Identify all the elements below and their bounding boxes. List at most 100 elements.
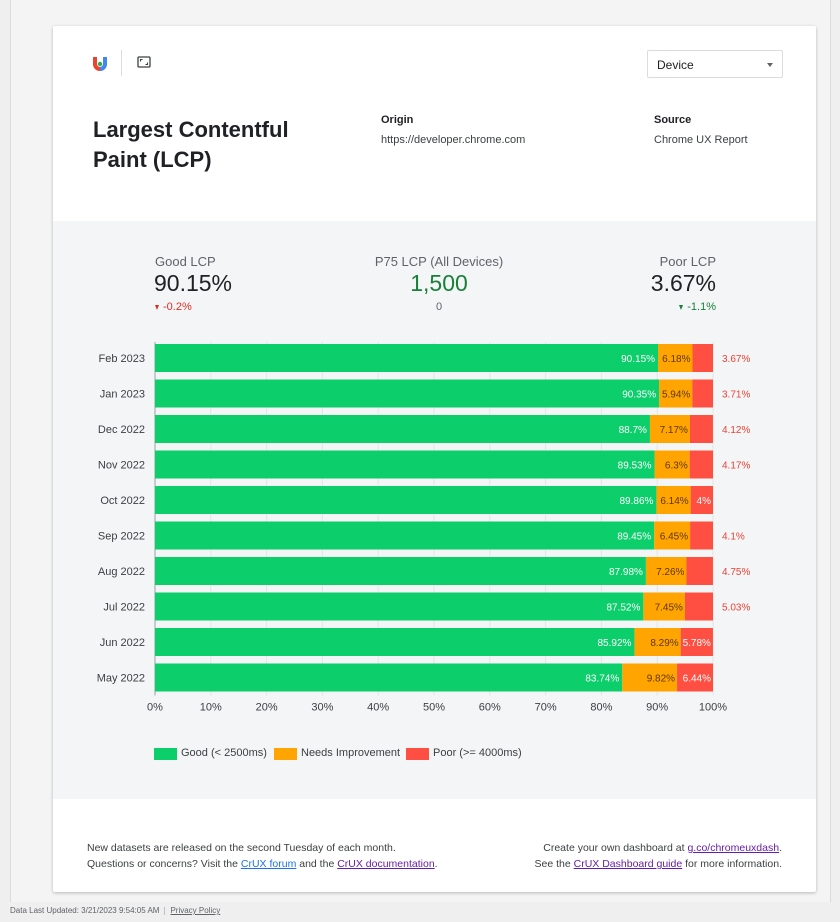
chevron-down-icon xyxy=(767,63,773,67)
data-label-poor: 4.1% xyxy=(722,532,745,543)
category-label: Sep 2022 xyxy=(98,531,145,543)
category-label: Jun 2022 xyxy=(100,637,145,649)
data-label-poor: 6.44% xyxy=(683,674,711,685)
data-label-needs-improvement: 7.45% xyxy=(655,603,683,614)
footer-right: Create your own dashboard at g.co/chrome… xyxy=(535,840,782,872)
footer-create-period: . xyxy=(779,842,782,854)
crux-documentation-link[interactable]: CrUX documentation xyxy=(337,858,434,870)
bar-poor xyxy=(689,415,713,443)
data-label-poor: 4.12% xyxy=(722,425,750,436)
x-tick-label: 70% xyxy=(535,702,557,714)
footer-period: . xyxy=(434,858,438,870)
category-label: Aug 2022 xyxy=(98,566,145,578)
data-label-good: 89.45% xyxy=(617,532,651,543)
category-label: Dec 2022 xyxy=(98,424,145,436)
bar-good xyxy=(155,663,623,692)
page-title-line-2: Paint (LCP) xyxy=(93,147,212,172)
x-tick-label: 60% xyxy=(479,702,501,714)
category-label: Jan 2023 xyxy=(100,389,145,401)
data-label-needs-improvement: 7.17% xyxy=(660,425,688,436)
crux-dashboard-guide-link[interactable]: CrUX Dashboard guide xyxy=(574,858,683,870)
legend-label-poor: Poor (>= 4000ms) xyxy=(433,747,522,759)
data-label-good: 90.15% xyxy=(621,354,655,365)
footer-questions-text: Questions or concerns? Visit the xyxy=(87,858,241,870)
bar-good xyxy=(155,344,659,372)
fullscreen-icon[interactable] xyxy=(137,55,151,69)
bar-poor xyxy=(684,592,713,621)
data-label-poor: 4.75% xyxy=(722,567,750,578)
data-label-good: 83.74% xyxy=(585,674,619,685)
crux-logo-icon xyxy=(93,57,107,71)
footer-more-info-text: for more information. xyxy=(682,858,782,870)
data-label-needs-improvement: 9.82% xyxy=(647,674,675,685)
data-label-needs-improvement: 6.14% xyxy=(660,496,688,507)
page-title-line-1: Largest Contentful xyxy=(93,117,289,142)
data-last-updated: Data Last Updated: 3/21/2023 9:54:05 AM xyxy=(10,906,160,915)
x-tick-label: 10% xyxy=(200,702,222,714)
origin-label: Origin xyxy=(381,114,414,126)
category-label: May 2022 xyxy=(97,673,145,685)
footer-and-text: and the xyxy=(296,858,338,870)
data-label-needs-improvement: 7.26% xyxy=(656,567,684,578)
lcp-distribution-chart: Feb 2023 90.15% 6.18% 3.67% Jan 2023 90.35% 5.… xyxy=(97,342,750,714)
category-label: Nov 2022 xyxy=(98,460,145,472)
device-select[interactable]: Device xyxy=(647,50,783,78)
data-label-needs-improvement: 6.18% xyxy=(662,354,690,365)
legend-label-needs-improvement: Needs Improvement xyxy=(301,747,401,759)
bottom-divider xyxy=(164,906,166,915)
bar-poor xyxy=(692,344,713,372)
data-label-good: 87.52% xyxy=(606,603,640,614)
legend-swatch-poor xyxy=(406,748,429,760)
header-divider xyxy=(121,50,122,76)
bar-poor xyxy=(692,379,713,408)
data-label-needs-improvement: 5.94% xyxy=(662,390,690,401)
data-label-poor: 4% xyxy=(697,496,712,507)
bar-good xyxy=(155,379,660,408)
footer-questions: Questions or concerns? Visit the CrUX fo… xyxy=(87,856,438,872)
data-label-needs-improvement: 6.45% xyxy=(660,532,688,543)
bar-good xyxy=(155,557,646,585)
data-label-poor: 5.78% xyxy=(683,638,711,649)
bar-good xyxy=(155,628,635,656)
data-label-needs-improvement: 6.3% xyxy=(665,461,688,472)
data-label-good: 89.53% xyxy=(618,461,652,472)
bottom-bar: Data Last Updated: 3/21/2023 9:54:05 AM P… xyxy=(10,906,220,915)
chromeuxdash-link[interactable]: g.co/chromeuxdash xyxy=(687,842,779,854)
chart-panel: Good LCP 90.15% -0.2% P75 LCP (All Devic… xyxy=(53,221,816,799)
x-tick-label: 50% xyxy=(423,702,445,714)
footer-release-note: New datasets are released on the second … xyxy=(87,842,396,854)
data-label-good: 85.92% xyxy=(598,638,632,649)
page-title: Largest Contentful Paint (LCP) xyxy=(93,115,353,175)
report-frame: Device Largest Contentful Paint (LCP) Ori… xyxy=(10,0,831,902)
bar-poor xyxy=(690,521,713,550)
data-label-good: 87.98% xyxy=(609,567,643,578)
footer-create-dashboard: Create your own dashboard at g.co/chrome… xyxy=(535,840,782,856)
bar-good xyxy=(155,450,655,479)
data-label-poor: 4.17% xyxy=(722,461,750,472)
category-label: Feb 2023 xyxy=(99,353,145,365)
report-card: Device Largest Contentful Paint (LCP) Ori… xyxy=(53,26,816,892)
legend-label-good: Good (< 2500ms) xyxy=(181,747,267,759)
origin-value: https://developer.chrome.com xyxy=(381,134,526,146)
crux-forum-link[interactable]: CrUX forum xyxy=(241,858,296,870)
bar-good xyxy=(155,521,655,550)
x-tick-label: 80% xyxy=(590,702,612,714)
x-tick-label: 100% xyxy=(699,702,727,714)
category-label: Jul 2022 xyxy=(103,602,145,614)
data-label-needs-improvement: 8.29% xyxy=(650,638,678,649)
bar-good xyxy=(155,415,650,443)
footer-create-text: Create your own dashboard at xyxy=(543,842,688,854)
footer-left: New datasets are released on the second … xyxy=(87,840,438,872)
privacy-policy-link[interactable]: Privacy Policy xyxy=(170,906,220,915)
data-label-good: 88.7% xyxy=(619,425,647,436)
legend-swatch-needs-improvement xyxy=(274,748,297,760)
x-tick-label: 30% xyxy=(311,702,333,714)
bar-good xyxy=(155,592,644,621)
x-tick-label: 0% xyxy=(147,702,163,714)
footer-see-text: See the xyxy=(534,858,574,870)
source-value: Chrome UX Report xyxy=(654,134,748,146)
data-label-poor: 5.03% xyxy=(722,603,750,614)
data-label-poor: 3.71% xyxy=(722,390,750,401)
data-label-good: 90.35% xyxy=(622,390,656,401)
report-header: Device Largest Contentful Paint (LCP) Ori… xyxy=(53,26,816,221)
